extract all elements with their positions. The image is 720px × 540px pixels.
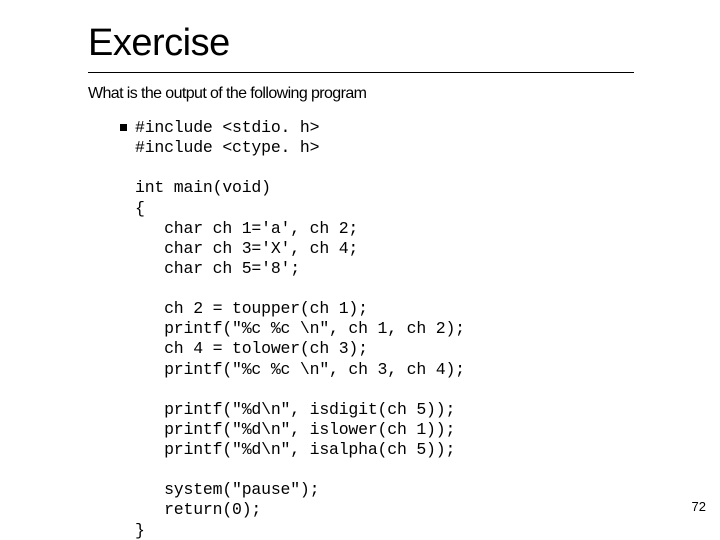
title-underline: [88, 72, 634, 73]
bullet-icon: [120, 124, 127, 131]
code-block: #include <stdio. h> #include <ctype. h> …: [135, 118, 465, 540]
code-block-wrap: #include <stdio. h> #include <ctype. h> …: [120, 118, 465, 540]
slide: Exercise What is the output of the follo…: [0, 0, 720, 540]
slide-title: Exercise: [88, 22, 230, 65]
slide-subtitle: What is the output of the following prog…: [88, 85, 366, 103]
page-number: 72: [692, 499, 706, 514]
